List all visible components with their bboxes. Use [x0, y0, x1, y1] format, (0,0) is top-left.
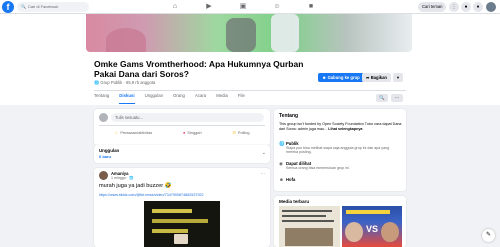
recent-media-card: Media terbaru VS — [274, 196, 406, 247]
tab-diskusi[interactable]: Diskusi — [119, 93, 135, 104]
messenger-icon[interactable]: ● — [461, 2, 471, 12]
featured-heading: Unggulan — [99, 148, 120, 153]
composer-actions: ☺ Perasaan/aktivitas ● Singgah ☰ Polling — [99, 128, 265, 137]
general-title: Hofa — [286, 177, 296, 182]
tab-media[interactable]: Media — [216, 93, 228, 104]
post-link[interactable]: https://www.tiktok.com/@tkt.news/video/7… — [99, 193, 204, 197]
gaming-icon[interactable]: ■ — [306, 2, 316, 12]
avatar — [99, 113, 108, 122]
menu-icon[interactable]: ⋮ — [449, 2, 459, 12]
about-heading: Tentang — [279, 113, 299, 119]
group-title: Omke Gams Vromtherhood: Apa Hukumnya Qur… — [94, 59, 304, 79]
post-composer: Tulis sesuatu... ☺ Perasaan/aktivitas ● Si… — [94, 109, 270, 145]
featured-new-count: 6 baru — [99, 154, 112, 159]
tab-orang[interactable]: Orang — [173, 93, 185, 104]
feed-post: Amaniya 1 minggu · 🌐 ⋯ murah juga ya jad… — [94, 168, 270, 247]
media-thumbnail[interactable] — [279, 206, 340, 247]
marketplace-icon[interactable]: ▣ — [238, 2, 248, 12]
search-group-button[interactable]: 🔍 — [376, 94, 388, 102]
people-icon: ☻ — [279, 177, 284, 182]
vs-graphic: VS — [366, 224, 379, 234]
composer-input[interactable]: Tulis sesuatu... — [111, 113, 264, 122]
main-nav: ⌂ ▶ ▣ ☺ ■ — [170, 2, 316, 12]
share-icon: ➦ — [366, 75, 370, 80]
check-in-button[interactable]: ● Singgah — [183, 128, 202, 137]
visibility-desc: Semua orang bisa menemukan grup ini. — [286, 166, 350, 170]
poll-button[interactable]: ☰ Polling — [232, 128, 249, 137]
check-in-label: Singgah — [187, 130, 202, 135]
poll-icon: ☰ — [232, 130, 236, 135]
feeling-activity-button[interactable]: ☺ Perasaan/aktivitas — [114, 128, 152, 137]
globe-icon: 🌐 — [279, 141, 285, 146]
group-tabs: Tentang Diskusi Unggulan Orang Acara Med… — [94, 93, 245, 104]
post-more-icon[interactable]: ⋯ — [261, 171, 265, 177]
search-placeholder: Cari di Facebook — [27, 4, 59, 9]
post-video[interactable] — [144, 201, 220, 247]
see-more-link[interactable]: Lihat selengkapnya — [328, 127, 362, 131]
home-icon[interactable]: ⌂ — [170, 2, 180, 12]
location-pin-icon: ● — [182, 130, 186, 135]
notifications-icon[interactable]: ♦ — [473, 2, 483, 12]
group-meta: 🌐 Grup Publik · 65,9 rb anggota — [94, 80, 155, 86]
find-friends-button[interactable]: Cari teman — [418, 2, 447, 12]
about-card: Tentang This group isn't funded by Open … — [274, 109, 406, 191]
join-label: Gabung ke grup — [327, 75, 360, 80]
chevron-down-icon[interactable]: ⌄ — [262, 150, 266, 156]
tab-unggulan[interactable]: Unggulan — [145, 93, 163, 104]
share-button[interactable]: ➦ Bagikan — [362, 73, 391, 82]
about-description: This group isn't funded by Open Society … — [279, 122, 403, 131]
profile-avatar[interactable] — [486, 2, 496, 12]
tab-file[interactable]: File — [238, 93, 245, 104]
more-options-button[interactable]: ▾ — [393, 73, 403, 82]
tabs-more-button[interactable]: ⋯ — [391, 94, 403, 102]
header-divider — [94, 90, 406, 91]
group-meta-text: Grup Publik · 65,9 rb anggota — [100, 80, 156, 85]
share-label: Bagikan — [370, 75, 387, 80]
media-thumbnail[interactable]: VS — [342, 206, 402, 247]
video-icon[interactable]: ▶ — [204, 2, 214, 12]
feeling-label: Perasaan/aktivitas — [120, 130, 153, 135]
compose-message-button[interactable]: ✎ — [482, 229, 495, 242]
join-group-button[interactable]: ☻ Gabung ke grup — [318, 73, 364, 82]
smile-icon: ☺ — [114, 130, 119, 135]
post-timestamp[interactable]: 1 minggu · 🌐 — [111, 176, 133, 180]
media-heading: Media terbaru — [279, 199, 310, 204]
avatar[interactable] — [99, 171, 108, 180]
post-text: murah juga ya jadi buzzer 🤣 — [99, 183, 172, 189]
tab-tentang[interactable]: Tentang — [94, 93, 109, 104]
facebook-logo[interactable]: f — [2, 1, 14, 13]
group-header: Omke Gams Vromtherhood: Apa Hukumnya Qur… — [0, 14, 500, 105]
eye-icon: ◉ — [279, 161, 283, 166]
top-navigation-bar: f 🔍 Cari di Facebook ⌂ ▶ ▣ ☺ ■ Cari teman… — [0, 0, 500, 14]
composer-divider — [99, 125, 265, 126]
privacy-desc: Siapa pun bisa melihat siapa saja anggot… — [286, 146, 390, 155]
globe-icon: 🌐 — [94, 80, 100, 85]
join-icon: ☻ — [322, 75, 327, 80]
post-time-text: 1 minggu · — [111, 176, 129, 180]
cover-photo[interactable] — [86, 14, 412, 52]
tab-acara[interactable]: Acara — [195, 93, 206, 104]
featured-section[interactable]: Unggulan 6 baru ⌄ — [94, 145, 270, 163]
search-input[interactable]: 🔍 Cari di Facebook — [17, 2, 89, 12]
groups-icon[interactable]: ☺ — [272, 2, 282, 12]
globe-icon: 🌐 — [128, 176, 134, 180]
search-icon: 🔍 — [21, 4, 26, 9]
poll-label: Polling — [237, 130, 250, 135]
